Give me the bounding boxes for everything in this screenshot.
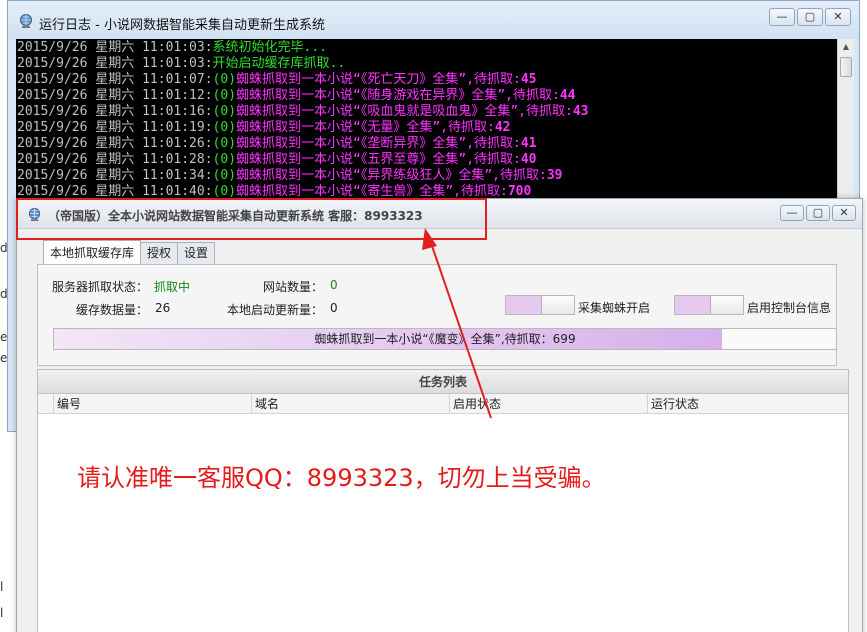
log-timestamp: 2015/9/26 星期六 11:01:34:: [17, 168, 213, 183]
log-line: 2015/9/26 星期六 11:01:34:(0)蜘蛛抓取到一本小说“《异界练…: [17, 168, 837, 184]
log-status-code: (0): [212, 168, 237, 183]
log-message: 蜘蛛抓取到一本小说“《垄断异界》全集”,待抓取:: [236, 136, 521, 151]
site-count-label: 网站数量：: [263, 280, 324, 294]
log-timestamp: 2015/9/26 星期六 11:01:26:: [17, 136, 213, 151]
toggle-knob: [710, 296, 743, 314]
log-message: 蜘蛛抓取到一本小说“《异界练级狂人》全集”,待抓取:: [236, 168, 547, 183]
site-count-value: 0: [330, 278, 338, 292]
log-line: 2015/9/26 星期六 11:01:03:系统初始化完毕...: [17, 40, 837, 56]
log-pending-count: 45: [520, 72, 537, 87]
close-button[interactable]: ✕: [825, 8, 851, 26]
spider-toggle[interactable]: [505, 295, 575, 315]
update-count-value: 0: [330, 301, 338, 315]
bg-text-fragment: l: [0, 580, 4, 594]
close-button[interactable]: ✕: [832, 205, 856, 221]
log-line: 2015/9/26 星期六 11:01:07:(0)蜘蛛抓取到一本小说“《死亡天…: [17, 72, 837, 88]
log-pending-count: 40: [520, 152, 537, 167]
annotation-highlight-box: [16, 198, 487, 240]
console-toggle-label: 启用控制台信息: [747, 301, 832, 315]
log-pending-count: 39: [546, 168, 563, 183]
cache-count-value: 26: [155, 301, 171, 315]
tab-local-cache[interactable]: 本地抓取缓存库: [43, 240, 142, 264]
log-status-code: (0): [212, 136, 237, 151]
maximize-button[interactable]: ▢: [797, 8, 823, 26]
log-timestamp: 2015/9/26 星期六 11:01:03:: [17, 40, 213, 55]
bg-text-fragment: l: [0, 606, 4, 620]
log-timestamp: 2015/9/26 星期六 11:01:16:: [17, 104, 213, 119]
column-header-enabled[interactable]: 启用状态: [449, 394, 647, 414]
log-pending-count: 42: [494, 120, 511, 135]
log-message: 蜘蛛抓取到一本小说“《寄生兽》全集”,待抓取:: [236, 184, 508, 199]
spider-toggle-label: 采集蜘蛛开启: [578, 301, 651, 315]
update-count-label: 本地启动更新量：: [227, 303, 324, 317]
console-title-bar[interactable]: 运行日志 - 小说网数据智能采集自动更新生成系统 — ▢ ✕: [8, 1, 859, 39]
log-timestamp: 2015/9/26 星期六 11:01:28:: [17, 152, 213, 167]
minimize-button[interactable]: —: [780, 205, 804, 221]
log-message: 系统初始化完毕...: [212, 40, 328, 55]
minimize-button[interactable]: —: [769, 8, 795, 26]
log-pending-count: 41: [520, 136, 537, 151]
log-status-code: (0): [212, 88, 237, 103]
toggle-knob: [541, 296, 574, 314]
main-window-controls: — ▢ ✕: [780, 205, 856, 225]
log-status-code: (0): [212, 104, 237, 119]
column-header-domain[interactable]: 域名: [251, 394, 449, 414]
log-timestamp: 2015/9/26 星期六 11:01:03:: [17, 56, 213, 71]
console-toggle[interactable]: [674, 295, 744, 315]
task-list-title: 任务列表: [38, 370, 848, 394]
log-timestamp: 2015/9/26 星期六 11:01:19:: [17, 120, 213, 135]
log-timestamp: 2015/9/26 星期六 11:01:40:: [17, 184, 213, 199]
cache-count-label: 缓存数据量：: [76, 303, 149, 317]
column-header-id[interactable]: 编号: [53, 394, 253, 414]
warning-text: 请认准唯一客服QQ：8993323，切勿上当受骗。: [77, 464, 606, 492]
log-status-code: (0): [212, 120, 237, 135]
main-window: （帝国版）全本小说网站数据智能采集自动更新系统 客服：8993323 — ▢ ✕…: [16, 198, 863, 632]
console-title: 运行日志 - 小说网数据智能采集自动更新生成系统: [39, 18, 325, 33]
log-message: 蜘蛛抓取到一本小说“《死亡天刀》全集”,待抓取:: [236, 72, 521, 87]
tab-settings[interactable]: 设置: [177, 242, 216, 264]
task-list-panel: 任务列表 编号 域名 启用状态 运行状态: [37, 369, 849, 632]
desktop: dl d e. e l l 运行日志 - 小说网数据智能采集自动更新生成系统 —…: [0, 0, 867, 632]
maximize-button[interactable]: ▢: [806, 205, 830, 221]
log-pending-count: 44: [559, 88, 576, 103]
log-message: 蜘蛛抓取到一本小说“《吸血鬼就是吸血鬼》全集”,待抓取:: [236, 104, 573, 119]
tab-panel: 服务器抓取状态： 抓取中 网站数量： 0 缓存数据量： 26 本地启动更新量： …: [37, 264, 837, 366]
log-timestamp: 2015/9/26 星期六 11:01:12:: [17, 88, 213, 103]
log-line: 2015/9/26 星期六 11:01:12:(0)蜘蛛抓取到一本小说“《随身游…: [17, 88, 837, 104]
console-window-controls: — ▢ ✕: [769, 8, 851, 28]
tab-strip: 本地抓取缓存库 授权 设置: [43, 240, 216, 264]
server-status-label: 服务器抓取状态：: [52, 280, 149, 294]
log-line: 2015/9/26 星期六 11:01:19:(0)蜘蛛抓取到一本小说“《无量》…: [17, 120, 837, 136]
log-message: 蜘蛛抓取到一本小说“《五界至尊》全集”,待抓取:: [236, 152, 521, 167]
log-line: 2015/9/26 星期六 11:01:28:(0)蜘蛛抓取到一本小说“《五界至…: [17, 152, 837, 168]
log-message: 开始启动缓存库抓取..: [212, 56, 346, 71]
log-timestamp: 2015/9/26 星期六 11:01:07:: [17, 72, 213, 87]
progress-text: 蜘蛛抓取到一本小说“《魔变》全集”,待抓取：699: [314, 332, 576, 346]
column-header-running[interactable]: 运行状态: [647, 394, 849, 414]
log-status-code: (0): [212, 184, 237, 199]
log-line: 2015/9/26 星期六 11:01:26:(0)蜘蛛抓取到一本小说“《垄断异…: [17, 136, 837, 152]
crawl-progress-bar: 蜘蛛抓取到一本小说“《魔变》全集”,待抓取：699: [53, 328, 837, 350]
log-pending-count: 700: [507, 184, 532, 199]
log-line: 2015/9/26 星期六 11:01:03:开始启动缓存库抓取..: [17, 56, 837, 72]
tab-license[interactable]: 授权: [140, 242, 179, 264]
log-message: 蜘蛛抓取到一本小说“《随身游戏在异界》全集”,待抓取:: [236, 88, 560, 103]
log-status-code: (0): [212, 152, 237, 167]
log-pending-count: 43: [572, 104, 589, 119]
task-list-columns: 编号 域名 启用状态 运行状态: [38, 394, 848, 414]
log-status-code: (0): [212, 72, 237, 87]
scroll-up-icon[interactable]: ▲: [838, 39, 854, 55]
log-message: 蜘蛛抓取到一本小说“《无量》全集”,待抓取:: [236, 120, 495, 135]
server-status-value: 抓取中: [154, 280, 191, 294]
app-globe-icon: [20, 14, 32, 28]
log-line: 2015/9/26 星期六 11:01:16:(0)蜘蛛抓取到一本小说“《吸血鬼…: [17, 104, 837, 120]
scroll-thumb[interactable]: [840, 57, 852, 77]
